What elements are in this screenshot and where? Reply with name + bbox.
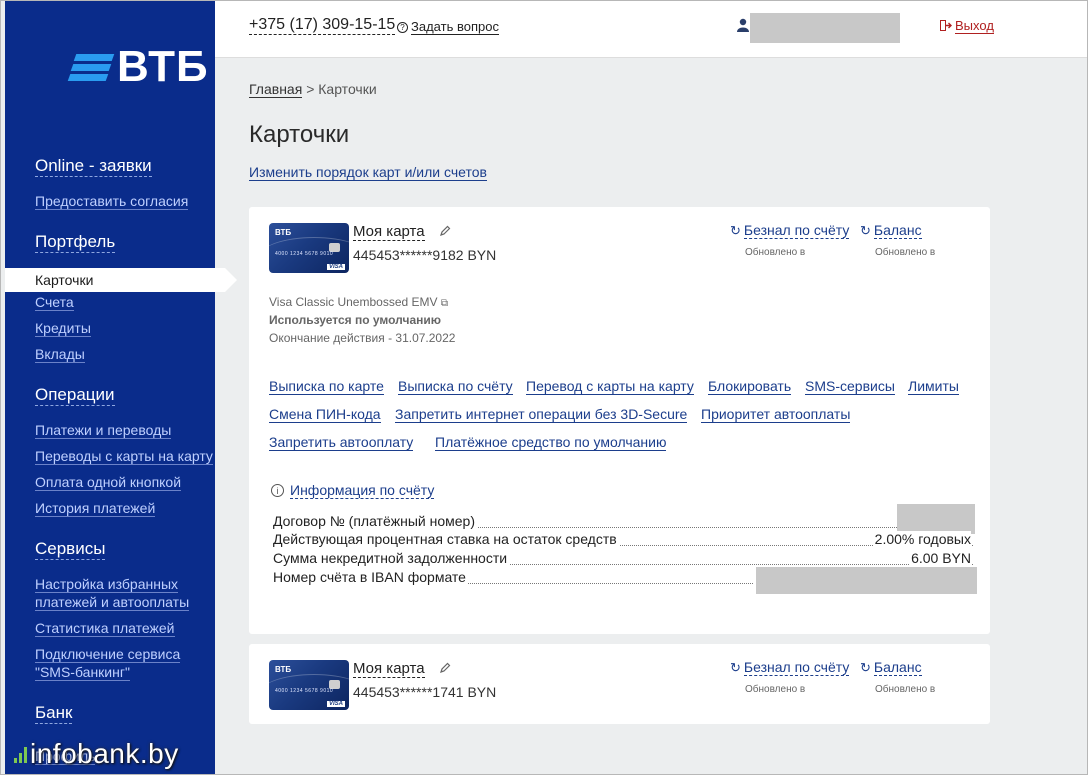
card-image[interactable]: ВТБ 4000 1234 5678 9010 VISA <box>269 223 349 273</box>
sidebar-item-history[interactable]: История платежей <box>35 499 156 517</box>
card-panel: ВТБ 4000 1234 5678 9010 VISA Моя карта 4… <box>249 207 990 634</box>
refresh-icon: ↻ <box>860 223 871 238</box>
card-name[interactable]: Моя карта <box>353 223 425 241</box>
watermark: infobank.by <box>14 738 179 770</box>
updated-label: Обновлено в <box>745 247 806 258</box>
sidebar-item-sms-banking[interactable]: Подключение сервиса "SMS-банкинг" <box>35 645 195 681</box>
external-link-icon: ⧉ <box>440 298 448 309</box>
card-number: 445453******1741 BYN <box>353 684 497 700</box>
logout-icon <box>940 20 952 31</box>
change-pin-link[interactable]: Смена ПИН-кода <box>269 406 381 423</box>
card-panel: ВТБ 4000 1234 5678 9010 VISA Моя карта 4… <box>249 644 990 724</box>
sidebar-section-portfolio[interactable]: Портфель <box>35 232 116 253</box>
pencil-icon[interactable] <box>439 225 451 237</box>
logo-text: ВТБ <box>117 42 209 91</box>
sidebar-item-accounts[interactable]: Счета <box>35 293 74 311</box>
sidebar-item-deposits[interactable]: Вклады <box>35 345 85 363</box>
refresh-balance-button[interactable]: ↻ Баланс <box>860 222 922 239</box>
visa-logo: VISA <box>326 264 345 270</box>
breadcrumb: Главная > Карточки <box>249 81 377 98</box>
card-number: 445453******9182 BYN <box>353 247 497 263</box>
logout-link[interactable]: Выход <box>940 18 994 34</box>
refresh-icon: ↻ <box>860 660 871 675</box>
iban-redacted <box>756 567 977 594</box>
sidebar-item-one-click[interactable]: Оплата одной кнопкой <box>35 473 182 491</box>
sms-services-link[interactable]: SMS-сервисы <box>805 378 895 395</box>
refresh-balance-button[interactable]: ↻ Баланс <box>860 659 922 676</box>
limits-link[interactable]: Лимиты <box>908 378 959 395</box>
refresh-icon: ↻ <box>730 660 741 675</box>
autopay-priority-link[interactable]: Приоритет автооплаты <box>701 406 851 423</box>
sidebar: ВТБ Online - заявки Предоставить согласи… <box>5 0 237 775</box>
logo-bars-icon <box>67 52 115 82</box>
sidebar-item-cards[interactable]: Карточки <box>5 268 237 292</box>
card-transfer-link[interactable]: Перевод с карты на карту <box>526 378 694 395</box>
info-row-contract: Договор № (платёжный номер) <box>273 513 973 533</box>
sidebar-item-payments[interactable]: Платежи и переводы <box>35 421 172 439</box>
block-autopay-link[interactable]: Запретить автооплату <box>269 434 414 451</box>
breadcrumb-home[interactable]: Главная <box>249 81 303 98</box>
refresh-cashless-button[interactable]: ↻ Безнал по счёту <box>730 222 850 239</box>
sidebar-section-services[interactable]: Сервисы <box>35 539 106 560</box>
sidebar-item-consents[interactable]: Предоставить согласия <box>35 192 189 210</box>
info-row-rate: Действующая процентная ставка на остаток… <box>273 531 973 547</box>
info-icon: i <box>271 484 284 497</box>
updated-label: Обновлено в <box>745 684 806 695</box>
user-name-redacted <box>750 13 900 43</box>
page-title: Карточки <box>249 121 350 148</box>
visa-logo: VISA <box>326 701 345 707</box>
card-expiry: Окончание действия - 31.07.2022 <box>269 331 456 345</box>
refresh-icon: ↻ <box>730 223 741 238</box>
sidebar-item-card-transfers[interactable]: Переводы с карты на карту <box>35 447 213 465</box>
contract-number-redacted <box>897 504 975 534</box>
sidebar-item-favorites[interactable]: Настройка избранных платежей и автооплат… <box>35 575 195 611</box>
sidebar-section-operations[interactable]: Операции <box>35 385 115 406</box>
sidebar-item-credits[interactable]: Кредиты <box>35 319 91 337</box>
account-statement-link[interactable]: Выписка по счёту <box>398 378 513 395</box>
sidebar-section-online[interactable]: Online - заявки <box>35 156 152 177</box>
pencil-icon[interactable] <box>439 662 451 674</box>
sidebar-section-bank[interactable]: Банк <box>35 703 73 724</box>
updated-label: Обновлено в <box>875 247 936 258</box>
block-3dsecure-link[interactable]: Запретить интернет операции без 3D-Secur… <box>395 406 688 423</box>
sidebar-item-statistics[interactable]: Статистика платежей <box>35 619 175 637</box>
updated-label: Обновлено в <box>875 684 936 695</box>
card-image[interactable]: ВТБ 4000 1234 5678 9010 VISA <box>269 660 349 710</box>
ask-question-link[interactable]: ? Задать вопрос <box>397 19 499 35</box>
card-type[interactable]: Visa Classic Unembossed EMV ⧉ <box>269 295 448 309</box>
card-statement-link[interactable]: Выписка по карте <box>269 378 384 395</box>
breadcrumb-current: Карточки <box>318 81 377 97</box>
user-icon <box>737 18 749 32</box>
phone-number[interactable]: +375 (17) 309-15-15 <box>249 16 396 35</box>
card-name[interactable]: Моя карта <box>353 660 425 678</box>
block-card-link[interactable]: Блокировать <box>708 378 792 395</box>
default-status: Используется по умолчанию <box>269 313 442 327</box>
vtb-logo[interactable]: ВТБ <box>67 42 209 92</box>
top-bar: +375 (17) 309-15-15 ? Задать вопрос Выход <box>215 0 1087 58</box>
signal-bars-icon <box>14 745 28 763</box>
question-icon: ? <box>397 22 408 33</box>
breadcrumb-separator: > <box>306 81 315 97</box>
default-payment-link[interactable]: Платёжное средство по умолчанию <box>435 434 667 451</box>
account-info-link[interactable]: i Информация по счёту <box>271 482 435 499</box>
reorder-cards-link[interactable]: Изменить порядок карт и/или счетов <box>249 164 487 181</box>
refresh-cashless-button[interactable]: ↻ Безнал по счёту <box>730 659 850 676</box>
